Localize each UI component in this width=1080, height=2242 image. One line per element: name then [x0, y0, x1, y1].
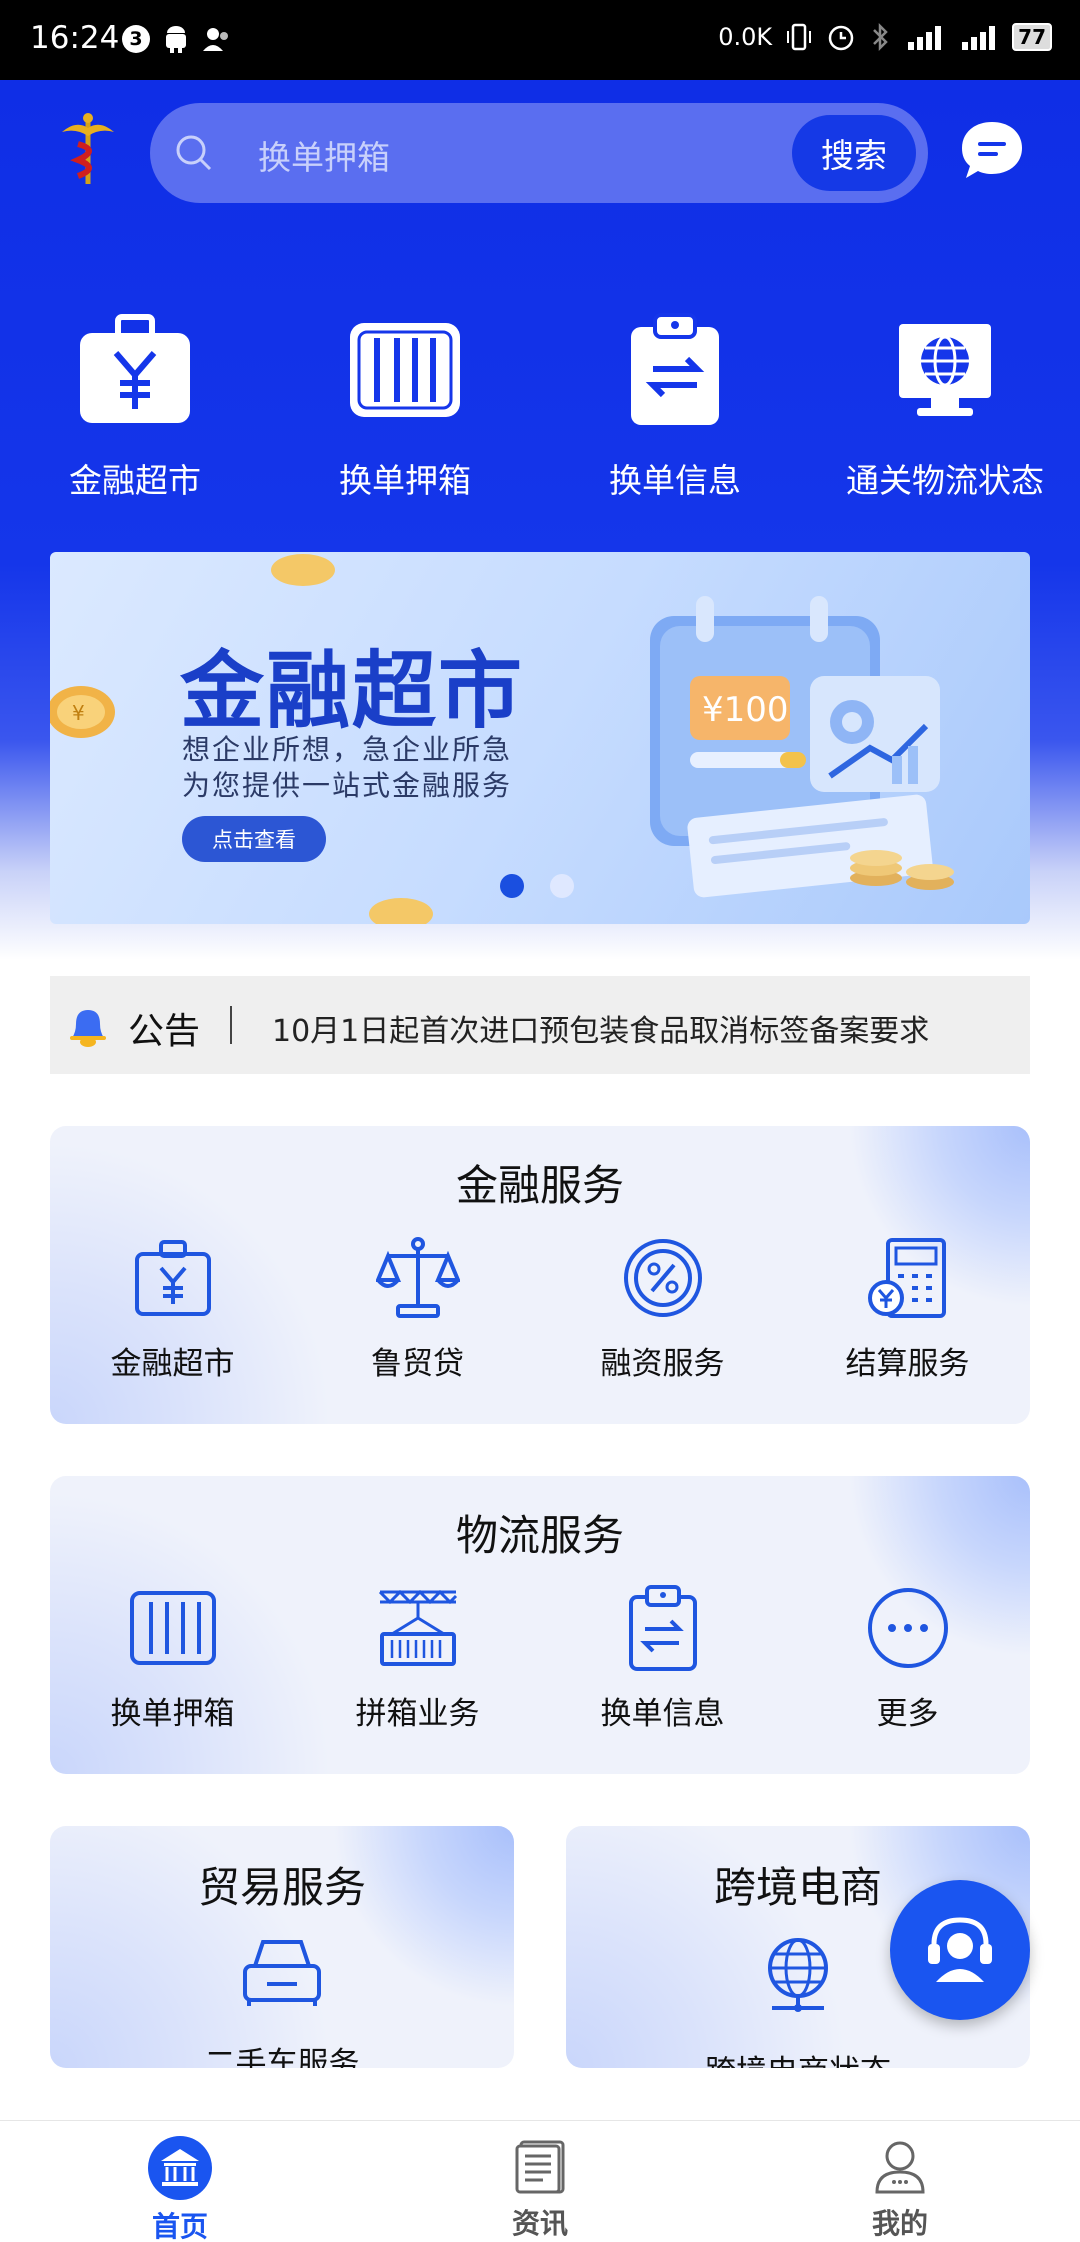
- status-bar: 16:24 3 0.0K 77: [0, 0, 1080, 80]
- section-title: 物流服务: [455, 1511, 624, 1560]
- banner-subtitle-line: 为您提供一站式金融服务: [182, 769, 513, 802]
- news-icon: [507, 2135, 573, 2198]
- service-lcl[interactable]: 拼箱业务: [295, 1580, 540, 1733]
- search-bar[interactable]: 换单押箱 搜索: [150, 103, 928, 203]
- service-label: 换单信息: [600, 1696, 725, 1732]
- service-label: 跨境电商状态: [705, 2046, 891, 2068]
- carousel-indicator[interactable]: [500, 874, 574, 898]
- calculator-icon: [860, 1230, 956, 1326]
- service-label: 换单押箱: [110, 1696, 235, 1732]
- tab-label: 我的: [871, 2207, 928, 2240]
- announcement-text[interactable]: 10月1日起首次进口预包装食品取消标签备案要求: [272, 1006, 929, 1050]
- clipboard-exchange-icon: [615, 310, 735, 430]
- promo-banner[interactable]: ¥ 金融超市 想企业所想，急企业所急 为您提供一站式金融服务 点击查看 ¥100: [50, 552, 1030, 924]
- search-button[interactable]: 搜索: [792, 115, 916, 191]
- calendar-finance-illustration: ¥100: [650, 596, 954, 898]
- service-label: 金融超市: [110, 1346, 235, 1382]
- banner-title: 金融超市: [180, 642, 525, 740]
- carousel-dot[interactable]: [550, 874, 574, 898]
- user-icon: [867, 2135, 933, 2198]
- tab-label: 资讯: [511, 2207, 568, 2240]
- crane-container-icon: [370, 1580, 466, 1676]
- quick-nav-label: 金融超市: [69, 461, 201, 500]
- service-more[interactable]: 更多: [785, 1580, 1030, 1733]
- contacts-icon: [203, 28, 228, 51]
- section-title: 金融服务: [455, 1161, 624, 1210]
- financial-services-card: 金融服务 金融超市 鲁贸贷 融资服务 结算服务: [50, 1126, 1030, 1424]
- quick-nav-label: 通关物流状态: [846, 461, 1044, 500]
- globe-monitor-icon: [885, 310, 1005, 430]
- more-icon: [860, 1580, 956, 1676]
- container-icon: [345, 310, 465, 430]
- container-icon: [125, 1580, 221, 1676]
- message-icon[interactable]: [958, 118, 1026, 182]
- service-lumaodai[interactable]: 鲁贸贷: [295, 1230, 540, 1383]
- car-icon: [243, 1940, 321, 2006]
- network-speed: 0.0K: [718, 23, 773, 51]
- service-label: 结算服务: [845, 1346, 970, 1382]
- quick-nav-label: 换单押箱: [339, 461, 471, 500]
- headset-icon: [928, 1917, 992, 1982]
- bottom-tab-bar: 首页 资讯 我的: [0, 2120, 1080, 2242]
- banner-subtitle: 想企业所想，急企业所急 为您提供一站式金融服务: [182, 732, 512, 804]
- alarm-icon: [828, 25, 854, 51]
- svg-text:¥: ¥: [72, 701, 85, 725]
- signal-4g-icon: [908, 26, 942, 50]
- coin-icon: [271, 554, 335, 586]
- coin-icon: [369, 898, 433, 924]
- bluetooth-icon: [873, 22, 888, 52]
- tab-label: 首页: [151, 2210, 208, 2242]
- customer-service-button[interactable]: [890, 1880, 1030, 2020]
- coin-icon: ¥: [50, 686, 115, 738]
- yen-briefcase-icon: [75, 310, 195, 430]
- bank-icon: [147, 2135, 213, 2201]
- announcement-bar[interactable]: 公告 10月1日起首次进口预包装食品取消标签备案要求: [50, 976, 1030, 1074]
- globe-network-icon: [768, 1938, 828, 2012]
- customs-logo-icon[interactable]: [56, 110, 120, 190]
- section-title: 贸易服务: [197, 1863, 366, 1912]
- service-label: 二手车服务: [204, 2046, 360, 2068]
- service-container-deposit[interactable]: 换单押箱: [50, 1580, 295, 1733]
- service-financial-market[interactable]: 金融超市: [50, 1230, 295, 1383]
- search-icon: [176, 135, 212, 171]
- service-financing[interactable]: 融资服务: [540, 1230, 785, 1383]
- carousel-dot-active[interactable]: [500, 874, 524, 898]
- android-icon: [166, 26, 186, 53]
- tab-news[interactable]: 资讯: [360, 2121, 720, 2242]
- service-label: 拼箱业务: [355, 1696, 480, 1732]
- banner-view-button[interactable]: 点击查看: [182, 816, 326, 862]
- divider: [230, 1006, 232, 1044]
- notification-count-badge: 3: [122, 25, 150, 53]
- service-exchange-info[interactable]: 换单信息: [540, 1580, 785, 1733]
- service-used-car[interactable]: 二手车服务: [50, 1936, 514, 2068]
- tab-profile[interactable]: 我的: [720, 2121, 1080, 2242]
- percent-icon: [615, 1230, 711, 1326]
- clipboard-exchange-icon: [615, 1580, 711, 1676]
- trade-services-card: 贸易服务 二手车服务: [50, 1826, 514, 2068]
- signal-icon: [962, 26, 996, 50]
- bell-icon: [70, 1010, 106, 1047]
- service-label: 更多: [876, 1696, 939, 1732]
- search-input[interactable]: 换单押箱: [258, 131, 390, 179]
- banner-amount: ¥100: [702, 690, 789, 730]
- quick-nav-container-deposit[interactable]: 换单押箱: [270, 310, 540, 502]
- announcement-title: 公告: [128, 1011, 201, 1052]
- quick-nav-label: 换单信息: [609, 461, 741, 500]
- service-label: 鲁贸贷: [371, 1346, 464, 1382]
- service-settlement[interactable]: 结算服务: [785, 1230, 1030, 1383]
- banner-subtitle-line: 想企业所想，急企业所急: [182, 733, 513, 766]
- scale-icon: [370, 1230, 466, 1326]
- quick-nav: 金融超市 换单押箱 换单信息 通关物流状态: [0, 310, 1080, 502]
- quick-nav-exchange-info[interactable]: 换单信息: [540, 310, 810, 502]
- yen-briefcase-icon: [125, 1230, 221, 1326]
- battery-level: 77: [1012, 23, 1052, 51]
- status-time: 16:24: [30, 20, 120, 56]
- tab-home[interactable]: 首页: [0, 2121, 360, 2242]
- quick-nav-financial-market[interactable]: 金融超市: [0, 310, 270, 502]
- vibrate-icon: [787, 23, 812, 51]
- logistics-services-card: 物流服务 换单押箱 拼箱业务 换单信息 更多: [50, 1476, 1030, 1774]
- quick-nav-customs-logistics[interactable]: 通关物流状态: [810, 310, 1080, 502]
- service-label: 融资服务: [600, 1346, 725, 1382]
